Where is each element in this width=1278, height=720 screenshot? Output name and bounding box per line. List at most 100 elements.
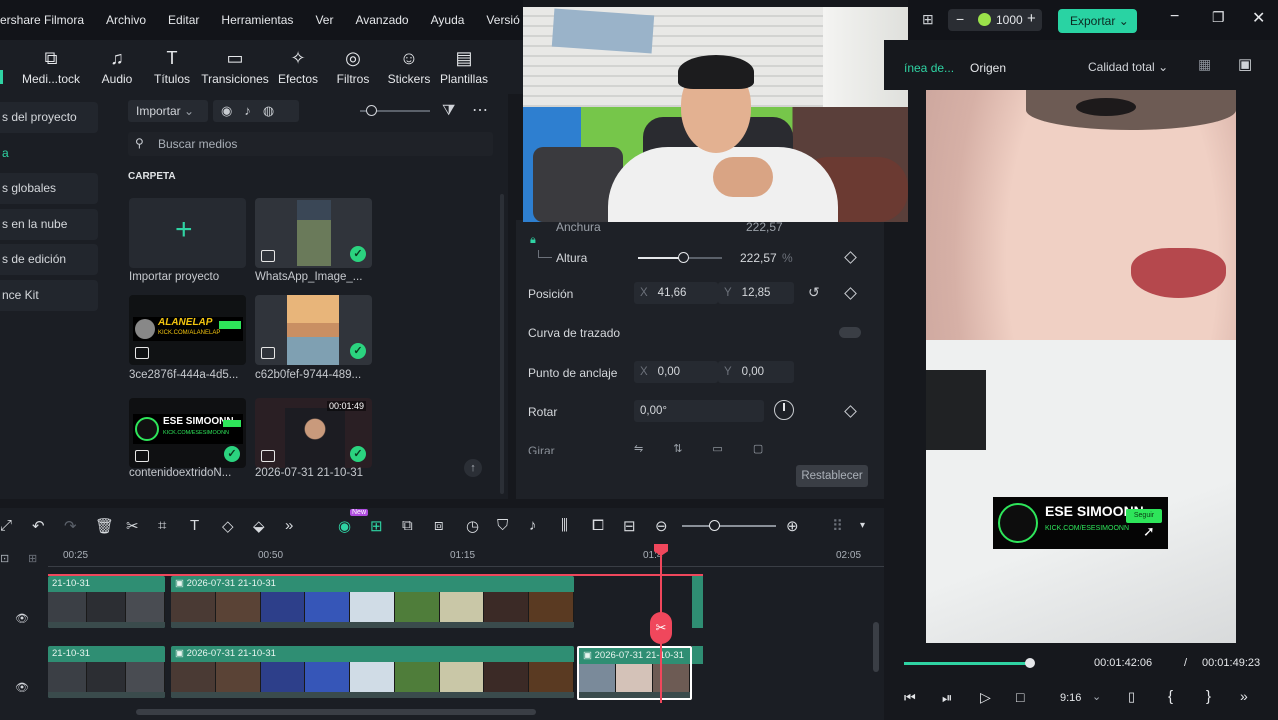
eye-icon[interactable]: 👁︎ <box>15 612 29 625</box>
tab-media-stock[interactable]: ⧉ Medi...tock <box>16 46 86 86</box>
keyframe-icon[interactable] <box>844 251 857 264</box>
select-icon[interactable]: ⤢ <box>0 517 12 534</box>
aspect-ratio[interactable]: 9:16 <box>1060 692 1081 704</box>
sidebar-item-globales[interactable]: s globales <box>0 173 98 204</box>
timeline-clip[interactable]: ▣ 2026-07-31 21-10-31 <box>171 646 574 698</box>
zoom-slider[interactable] <box>682 525 776 527</box>
rotation-dial[interactable] <box>774 400 794 420</box>
mic-icon[interactable]: ♪ <box>529 517 537 534</box>
chevron-down-icon[interactable]: ⌄ <box>1092 690 1101 703</box>
more-icon[interactable]: ⋯ <box>472 100 488 120</box>
media-item-alanelap[interactable]: ALANELAP KICK.COM/ALANELAP <box>129 295 246 365</box>
zoom-in-icon[interactable]: ⊕ <box>786 517 799 535</box>
flip-icons[interactable]: ⇋⇅▭▢ <box>634 442 834 454</box>
clip-end-handle[interactable] <box>692 576 703 628</box>
minus-icon[interactable]: − <box>956 11 964 27</box>
scroll-top-button[interactable]: ↑ <box>464 459 482 477</box>
timeline-clip[interactable]: 21-10-31 <box>48 646 165 698</box>
undo-icon[interactable]: ↶ <box>32 517 45 535</box>
reset-icon[interactable]: ↺ <box>808 284 820 301</box>
replace-icon[interactable]: ⧈ <box>434 517 444 534</box>
media-item-photo[interactable]: ✓ <box>255 295 372 365</box>
crop-icon[interactable]: ⌗ <box>158 517 166 534</box>
search-box[interactable]: ⚲ Buscar medios <box>128 132 493 156</box>
pos-y-field[interactable]: Y 12,85 <box>718 282 794 304</box>
prev-frame-icon[interactable]: ⏮ <box>904 690 916 706</box>
pip-icon[interactable]: ⧠ <box>592 517 604 534</box>
filter-icon[interactable]: ⧩ <box>442 102 455 119</box>
play-icon[interactable]: ▷ <box>980 689 991 706</box>
track-add-icon[interactable]: ⊡ <box>0 552 9 565</box>
timeline-hscrollbar[interactable] <box>136 709 536 715</box>
grid-view-icon[interactable]: ⠿ <box>832 517 843 535</box>
snap-icon[interactable]: ⊞ <box>370 517 383 535</box>
restablecer-button[interactable]: Restablecer <box>796 465 868 487</box>
keyframe-icon[interactable] <box>844 405 857 418</box>
shield-icon[interactable]: ⛉ <box>497 517 508 534</box>
tab-titulos[interactable]: T Títulos <box>137 46 207 86</box>
altura-value[interactable]: 222,57 <box>740 251 777 265</box>
delete-icon[interactable]: 🗑︎ <box>95 517 114 535</box>
zoom-knob[interactable] <box>709 520 720 531</box>
import-dropdown[interactable]: Importar ⌄ <box>128 100 208 122</box>
plus-icon[interactable]: + <box>1027 10 1036 27</box>
speed-icon[interactable]: ◷ <box>466 517 479 535</box>
audio-mixer-icon[interactable]: ⫼ <box>561 517 568 534</box>
credits-widget[interactable]: − 1000 + <box>948 9 1042 31</box>
keyframe-icon[interactable] <box>844 287 857 300</box>
tab-transiciones[interactable]: ▭ Transiciones <box>200 46 270 86</box>
close-icon[interactable]: ✕ <box>1252 8 1265 28</box>
media-item-simoonn[interactable]: ESE SIMOONN KICK.COM/ESESIMOONN ✓ <box>129 398 246 468</box>
sidebar-item-proyecto[interactable]: s del proyecto <box>0 102 98 133</box>
mark-in-icon[interactable]: { <box>1168 688 1173 705</box>
menu-archivo[interactable]: Archivo <box>106 13 146 27</box>
text-icon[interactable]: T <box>190 517 199 534</box>
redo-icon[interactable]: ↷ <box>64 517 77 535</box>
media-item-video[interactable]: 00:01:49 ✓ <box>255 398 372 468</box>
menu-avanzado[interactable]: Avanzado <box>355 13 408 27</box>
ai-icon[interactable]: ◉ <box>338 517 351 535</box>
zoom-out-icon[interactable]: ⊖ <box>655 517 668 535</box>
tab-linea-tiempo[interactable]: ínea de... <box>904 61 954 75</box>
menu-ayuda[interactable]: Ayuda <box>431 13 465 27</box>
eye-icon[interactable]: 👁︎ <box>15 681 29 694</box>
empty-track-area[interactable] <box>574 576 703 628</box>
pos-x-field[interactable]: X 41,66 <box>634 282 718 304</box>
restore-icon[interactable]: ❐ <box>1212 9 1225 26</box>
split-icon[interactable]: ⊟ <box>623 517 636 535</box>
selected-clip[interactable]: ▣ 2026-07-31 21-10-31 <box>577 646 692 700</box>
sidebar-item-active[interactable]: a <box>0 138 98 169</box>
export-button[interactable]: Exportar ⌄ <box>1058 9 1137 33</box>
tag-icon[interactable]: ⬙ <box>253 517 265 535</box>
menu-herramientas[interactable]: Herramientas <box>221 13 293 27</box>
sidebar-item-edicion[interactable]: s de edición <box>0 244 98 275</box>
sidebar-item-nube[interactable]: s en la nube <box>0 209 98 240</box>
import-project-tile[interactable]: + <box>129 198 246 268</box>
shape-icon[interactable]: ◇ <box>222 517 234 535</box>
snapshot-icon[interactable]: ▣ <box>1238 55 1252 73</box>
layout-icon[interactable]: ▦ <box>1198 56 1211 73</box>
media-scrollbar[interactable] <box>500 194 504 494</box>
clip-end-handle[interactable] <box>692 646 703 664</box>
chevron-down-icon[interactable]: ▾ <box>860 520 865 531</box>
rotar-field[interactable]: 0,00° <box>634 400 764 422</box>
link-icon[interactable]: ⧉ <box>402 517 413 534</box>
anchor-x-field[interactable]: X 0,00 <box>634 361 718 383</box>
sidebar-item-kit[interactable]: nce Kit <box>0 280 98 311</box>
tab-plantillas[interactable]: ▤ Plantillas <box>429 46 499 86</box>
mark-out-icon[interactable]: } <box>1206 688 1211 705</box>
track-link-icon[interactable]: ⊞ <box>28 552 37 565</box>
stop-icon[interactable]: □ <box>1016 689 1024 705</box>
progress-knob[interactable] <box>1025 658 1036 668</box>
timeline-clip[interactable]: 21-10-31 <box>48 576 165 628</box>
grid-icon[interactable]: ⊞ <box>922 11 934 28</box>
split-scissors-icon[interactable]: ✂ <box>650 612 672 644</box>
search-input[interactable]: Buscar medios <box>158 137 237 151</box>
lock-icon[interactable]: 🔒︎ <box>530 234 536 247</box>
playback-progress[interactable] <box>904 662 1034 665</box>
more-controls-icon[interactable]: » <box>1240 688 1248 704</box>
media-item-whatsapp[interactable]: ✓ <box>255 198 372 268</box>
menu-ver[interactable]: Ver <box>315 13 333 27</box>
quality-dropdown[interactable]: Calidad total ⌄ <box>1088 56 1180 78</box>
timeline-vscrollbar[interactable] <box>873 622 879 672</box>
